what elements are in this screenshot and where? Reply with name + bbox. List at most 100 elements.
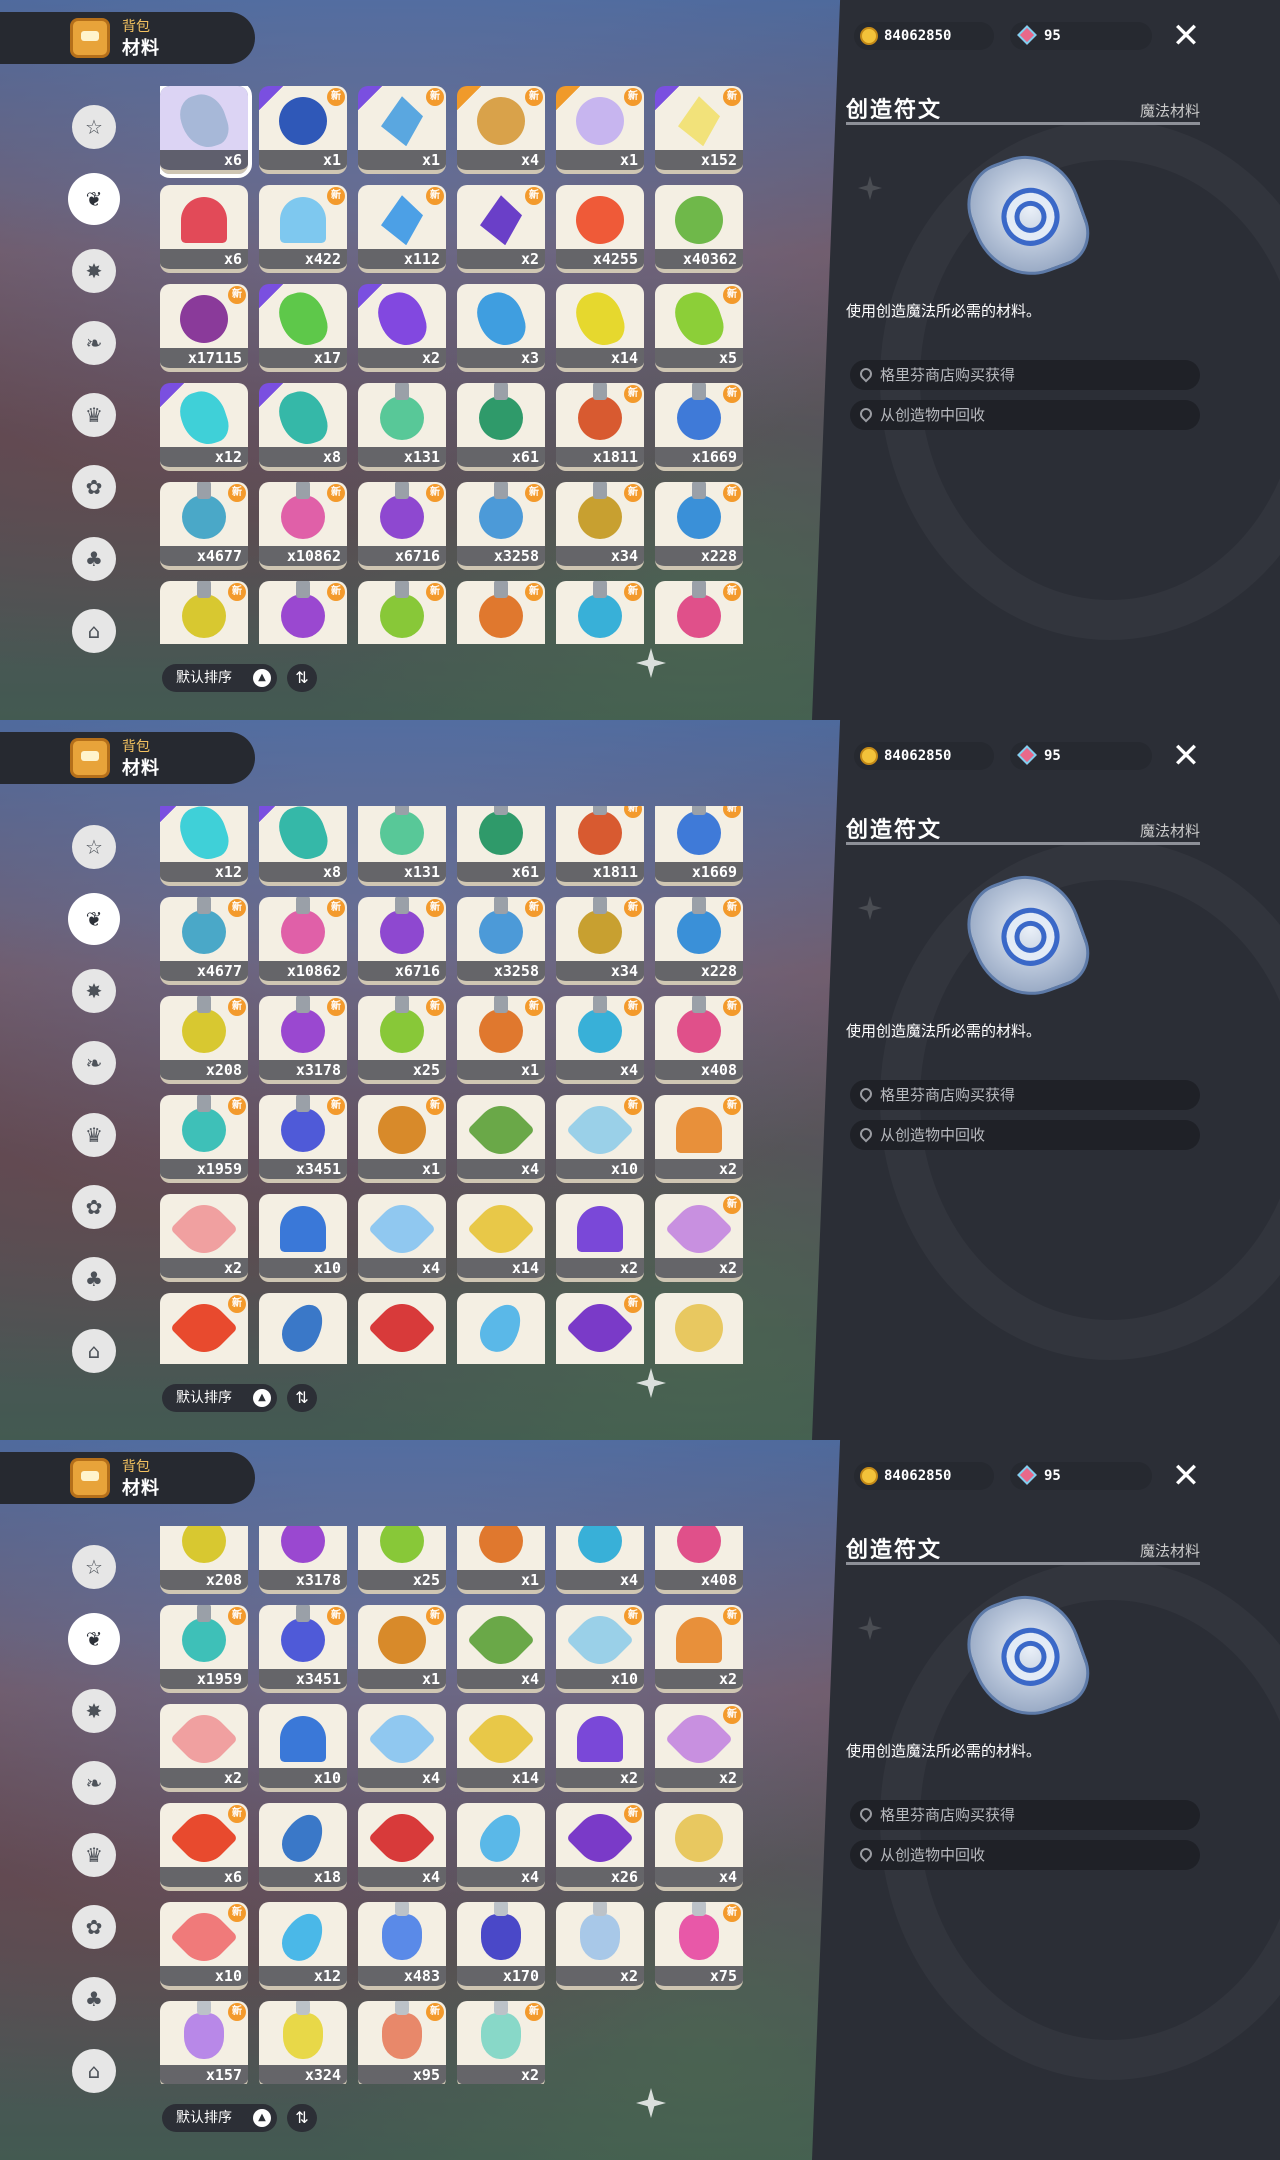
source-recycle[interactable]: 从创造物中回收 [850, 400, 1200, 430]
item-slot[interactable]: 新x3178 [259, 1526, 347, 1594]
sidebar-tab-6[interactable]: ♣ [72, 537, 116, 581]
item-slot[interactable]: 新 x10 [556, 1095, 644, 1183]
item-slot[interactable]: 新 [160, 1293, 248, 1364]
item-slot[interactable]: 新x1 [358, 86, 446, 174]
item-slot[interactable]: 新x208 [160, 1526, 248, 1594]
item-slot[interactable]: x131 [358, 806, 446, 886]
sidebar-tab-0[interactable]: ☆ [72, 825, 116, 869]
sidebar-tab-2[interactable]: ✸ [72, 249, 116, 293]
item-slot[interactable]: 新 x1959 [160, 1095, 248, 1183]
item-slot[interactable]: 新 x157 [160, 2001, 248, 2084]
sidebar-tab-5[interactable]: ✿ [72, 1905, 116, 1949]
item-slot[interactable]: 新 x1811 [556, 806, 644, 886]
item-slot[interactable]: 新 x2 [457, 185, 545, 273]
item-slot[interactable] [655, 1293, 743, 1364]
item-slot[interactable]: x61 [457, 383, 545, 471]
item-slot[interactable]: 新 x1959 [160, 1605, 248, 1693]
item-slot[interactable]: x8 [259, 806, 347, 886]
sidebar-tab-4[interactable]: ♛ [72, 393, 116, 437]
item-slot[interactable]: 新 x4 [556, 996, 644, 1084]
item-slot[interactable]: 新 x17115 [160, 284, 248, 372]
source-recycle[interactable]: 从创造物中回收 [850, 1840, 1200, 1870]
item-slot[interactable]: x10 [259, 1704, 347, 1792]
item-slot[interactable]: 新 x4 [457, 86, 545, 174]
item-slot[interactable] [259, 1293, 347, 1364]
item-slot[interactable]: x2 [556, 1902, 644, 1990]
item-slot[interactable]: 新 x4677 [160, 897, 248, 985]
close-button[interactable]: ✕ [1168, 1458, 1204, 1494]
sidebar-tab-3[interactable]: ❧ [72, 321, 116, 365]
item-slot[interactable]: 新 x6716 [358, 897, 446, 985]
item-slot[interactable]: 新x1 [259, 86, 347, 174]
item-slot[interactable]: x4255 [556, 185, 644, 273]
item-slot[interactable]: 新 x26 [556, 1803, 644, 1891]
sort-order-button[interactable]: ⇅ [287, 2104, 317, 2132]
sidebar-tab-1[interactable]: ❦ [68, 893, 120, 945]
item-slot[interactable]: 新 x34 [556, 482, 644, 570]
item-slot[interactable]: x6 [160, 86, 252, 178]
item-slot[interactable]: x10 [259, 1194, 347, 1282]
sort-order-button[interactable]: ⇅ [287, 664, 317, 692]
item-slot[interactable]: x12 [160, 383, 248, 471]
item-slot[interactable]: 新 [358, 581, 446, 644]
item-slot[interactable]: 新 [556, 581, 644, 644]
sidebar-tab-4[interactable]: ♛ [72, 1833, 116, 1877]
item-slot[interactable]: 新 x3451 [259, 1095, 347, 1183]
item-slot[interactable]: 新 x2 [457, 2001, 545, 2084]
item-slot[interactable]: 新 x422 [259, 185, 347, 273]
item-slot[interactable]: 新x408 [655, 996, 743, 1084]
item-slot[interactable]: x12 [160, 806, 248, 886]
item-grid-viewport[interactable]: 新x208新x3178新x25新x1新x4新x408新x1959新x3451新x… [160, 1526, 760, 2084]
item-slot[interactable]: 新 x1811 [556, 383, 644, 471]
item-slot[interactable]: 新x1 [457, 996, 545, 1084]
item-slot[interactable]: 新x1 [556, 86, 644, 174]
item-grid-viewport[interactable]: x12 x8 x131 x61 新 x1811 新 x1669 新 x4677 新 x10862 新 x6… [160, 806, 760, 1364]
sidebar-tab-3[interactable]: ❧ [72, 1761, 116, 1805]
sort-dropdown[interactable]: 默认排序 ▲ [162, 1384, 277, 1412]
source-recycle[interactable]: 从创造物中回收 [850, 1120, 1200, 1150]
close-button[interactable]: ✕ [1168, 18, 1204, 54]
item-slot[interactable]: x2 [160, 1194, 248, 1282]
item-slot[interactable]: x4 [457, 1095, 545, 1183]
source-shop[interactable]: 格里芬商店购买获得 [850, 1800, 1200, 1830]
item-slot[interactable]: 新 x2 [655, 1605, 743, 1693]
item-slot[interactable]: 新 x6 [160, 1803, 248, 1891]
item-slot[interactable]: x483 [358, 1902, 446, 1990]
item-slot[interactable]: x4 [358, 1194, 446, 1282]
item-slot[interactable]: x4 [457, 1605, 545, 1693]
item-slot[interactable]: 新x3178 [259, 996, 347, 1084]
item-slot[interactable]: x4 [358, 1803, 446, 1891]
sidebar-tab-5[interactable]: ✿ [72, 465, 116, 509]
item-slot[interactable]: 新 x95 [358, 2001, 446, 2084]
item-slot[interactable]: x2 [556, 1194, 644, 1282]
sidebar-tab-4[interactable]: ♛ [72, 1113, 116, 1157]
item-slot[interactable]: x14 [556, 284, 644, 372]
item-slot[interactable]: 新 x6716 [358, 482, 446, 570]
item-slot[interactable] [457, 1293, 545, 1364]
item-slot[interactable]: x18 [259, 1803, 347, 1891]
item-slot[interactable]: x2 [556, 1704, 644, 1792]
item-slot[interactable]: 新 x3258 [457, 482, 545, 570]
item-slot[interactable]: x2 [358, 284, 446, 372]
item-slot[interactable]: 新 x10862 [259, 897, 347, 985]
sort-dropdown[interactable]: 默认排序 ▲ [162, 664, 277, 692]
source-shop[interactable]: 格里芬商店购买获得 [850, 360, 1200, 390]
item-slot[interactable]: x3 [457, 284, 545, 372]
item-slot[interactable]: x17 [259, 284, 347, 372]
item-slot[interactable]: 新 x75 [655, 1902, 743, 1990]
item-slot[interactable]: 新x1 [457, 1526, 545, 1594]
item-slot[interactable]: 新x408 [655, 1526, 743, 1594]
item-slot[interactable]: x14 [457, 1704, 545, 1792]
item-slot[interactable]: 新 [655, 581, 743, 644]
item-slot[interactable]: 新 x2 [655, 1194, 743, 1282]
item-slot[interactable]: 新 x3258 [457, 897, 545, 985]
item-slot[interactable]: 新 [160, 581, 248, 644]
sort-order-button[interactable]: ⇅ [287, 1384, 317, 1412]
sidebar-tab-2[interactable]: ✸ [72, 1689, 116, 1733]
sidebar-tab-7[interactable]: ⌂ [72, 1329, 116, 1373]
sidebar-tab-5[interactable]: ✿ [72, 1185, 116, 1229]
item-slot[interactable]: x6 [160, 185, 248, 273]
item-slot[interactable]: 新 x25 [358, 996, 446, 1084]
sidebar-tab-0[interactable]: ☆ [72, 1545, 116, 1589]
item-slot[interactable] [358, 1293, 446, 1364]
